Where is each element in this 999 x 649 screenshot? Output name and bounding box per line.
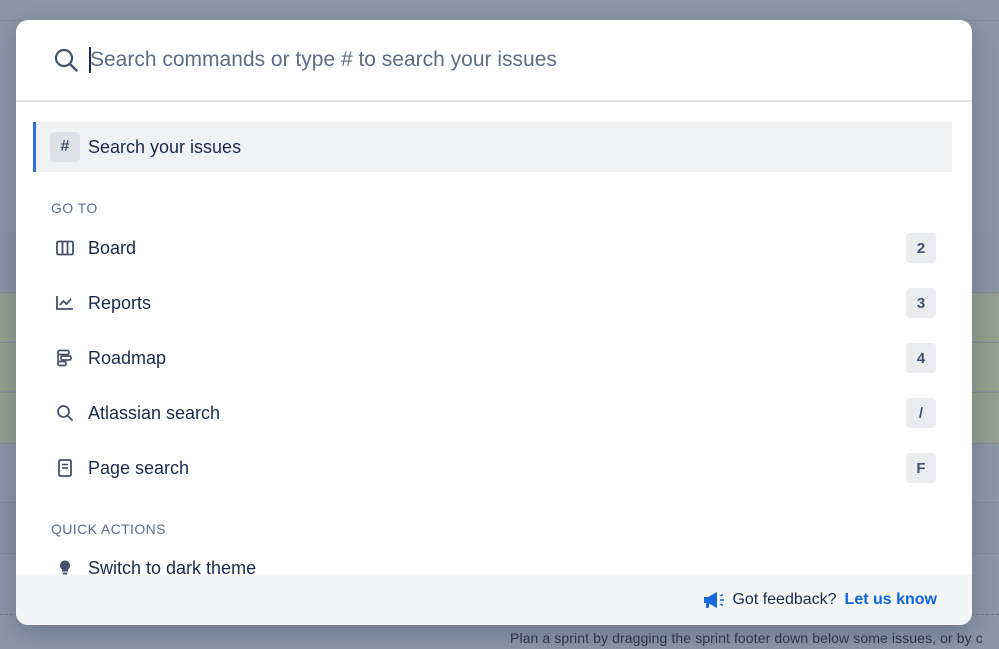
hash-badge: # [50,132,80,162]
item-label: Search your issues [88,136,242,157]
item-label: Roadmap [88,347,167,368]
search-icon [54,48,78,72]
shortcut-key: 4 [906,343,936,373]
switch-to-dark-theme-item[interactable]: Switch to dark theme [34,543,952,575]
background-row [0,0,999,21]
megaphone-icon [704,592,725,608]
search-your-issues-item[interactable]: # Search your issues [33,122,952,172]
feedback-text: Got feedback? [732,591,837,608]
command-palette: # Search your issues GO TO Board 2 [16,20,972,625]
item-label: Reports [88,292,152,313]
item-label: Board [88,237,137,258]
go-to-roadmap-item[interactable]: Roadmap 4 [34,333,952,383]
shortcut-key: 2 [906,233,936,263]
page-icon [58,459,72,477]
board-columns-icon [56,240,74,256]
go-to-reports-item[interactable]: Reports 3 [34,278,952,328]
feedback-footer: Got feedback? Let us know [16,575,972,625]
lightbulb-icon [60,560,70,575]
shortcut-key: / [906,398,936,428]
section-heading-quick-actions: QUICK ACTIONS [51,521,166,537]
go-to-board-item[interactable]: Board 2 [34,223,952,273]
item-label: Atlassian search [88,402,221,423]
go-to-page-search-item[interactable]: Page search F [34,443,952,493]
text-caret [89,47,91,73]
search-bar [16,20,972,102]
shortcut-key: F [906,453,936,483]
shortcut-key: 3 [906,288,936,318]
roadmap-icon [57,349,72,367]
item-label: Page search [88,457,190,478]
command-list: # Search your issues GO TO Board 2 Repor… [16,102,972,575]
section-heading-go-to: GO TO [51,200,98,216]
sprint-hint-text: Plan a sprint by dragging the sprint foo… [510,630,983,646]
item-label: Switch to dark theme [88,557,257,576]
go-to-atlassian-search-item[interactable]: Atlassian search / [34,388,952,438]
chart-line-icon [56,296,73,310]
command-search-input[interactable] [88,42,940,78]
search-icon [57,405,73,421]
let-us-know-link[interactable]: Let us know [845,591,937,609]
